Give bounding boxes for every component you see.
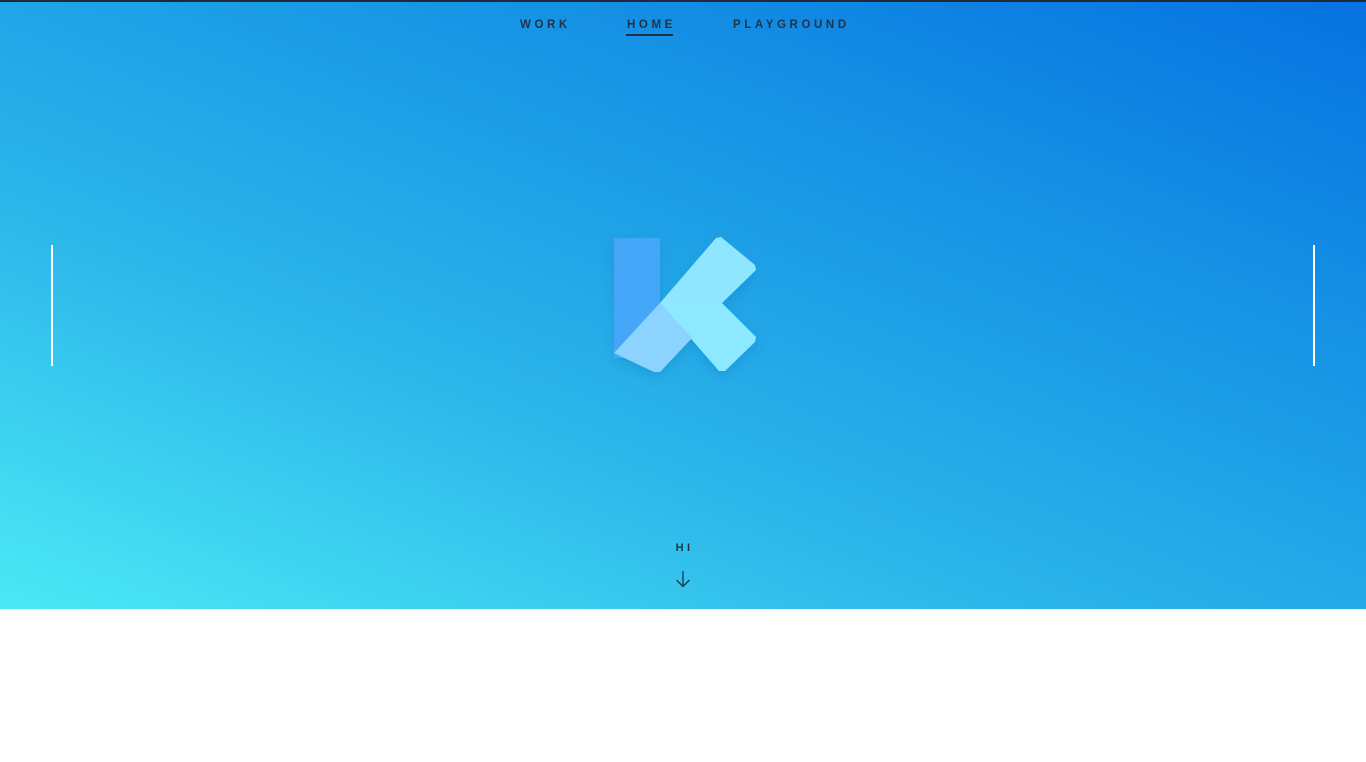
arrow-down-icon[interactable]: [675, 570, 691, 588]
k-logo-icon: [614, 237, 756, 372]
logo-upper-arm: [660, 237, 756, 303]
scroll-hint-label: HI: [675, 542, 694, 554]
nav-item-home[interactable]: HOME: [627, 17, 676, 33]
top-border: [0, 0, 1366, 2]
left-divider-line: [51, 245, 53, 366]
main-nav: WORK HOME PLAYGROUND: [0, 17, 1366, 41]
nav-item-playground[interactable]: PLAYGROUND: [733, 17, 850, 33]
nav-item-work[interactable]: WORK: [520, 17, 571, 33]
right-divider-line: [1313, 245, 1315, 366]
hero-section: WORK HOME PLAYGROUND HI: [0, 0, 1366, 609]
nav-active-underline: [626, 34, 673, 36]
